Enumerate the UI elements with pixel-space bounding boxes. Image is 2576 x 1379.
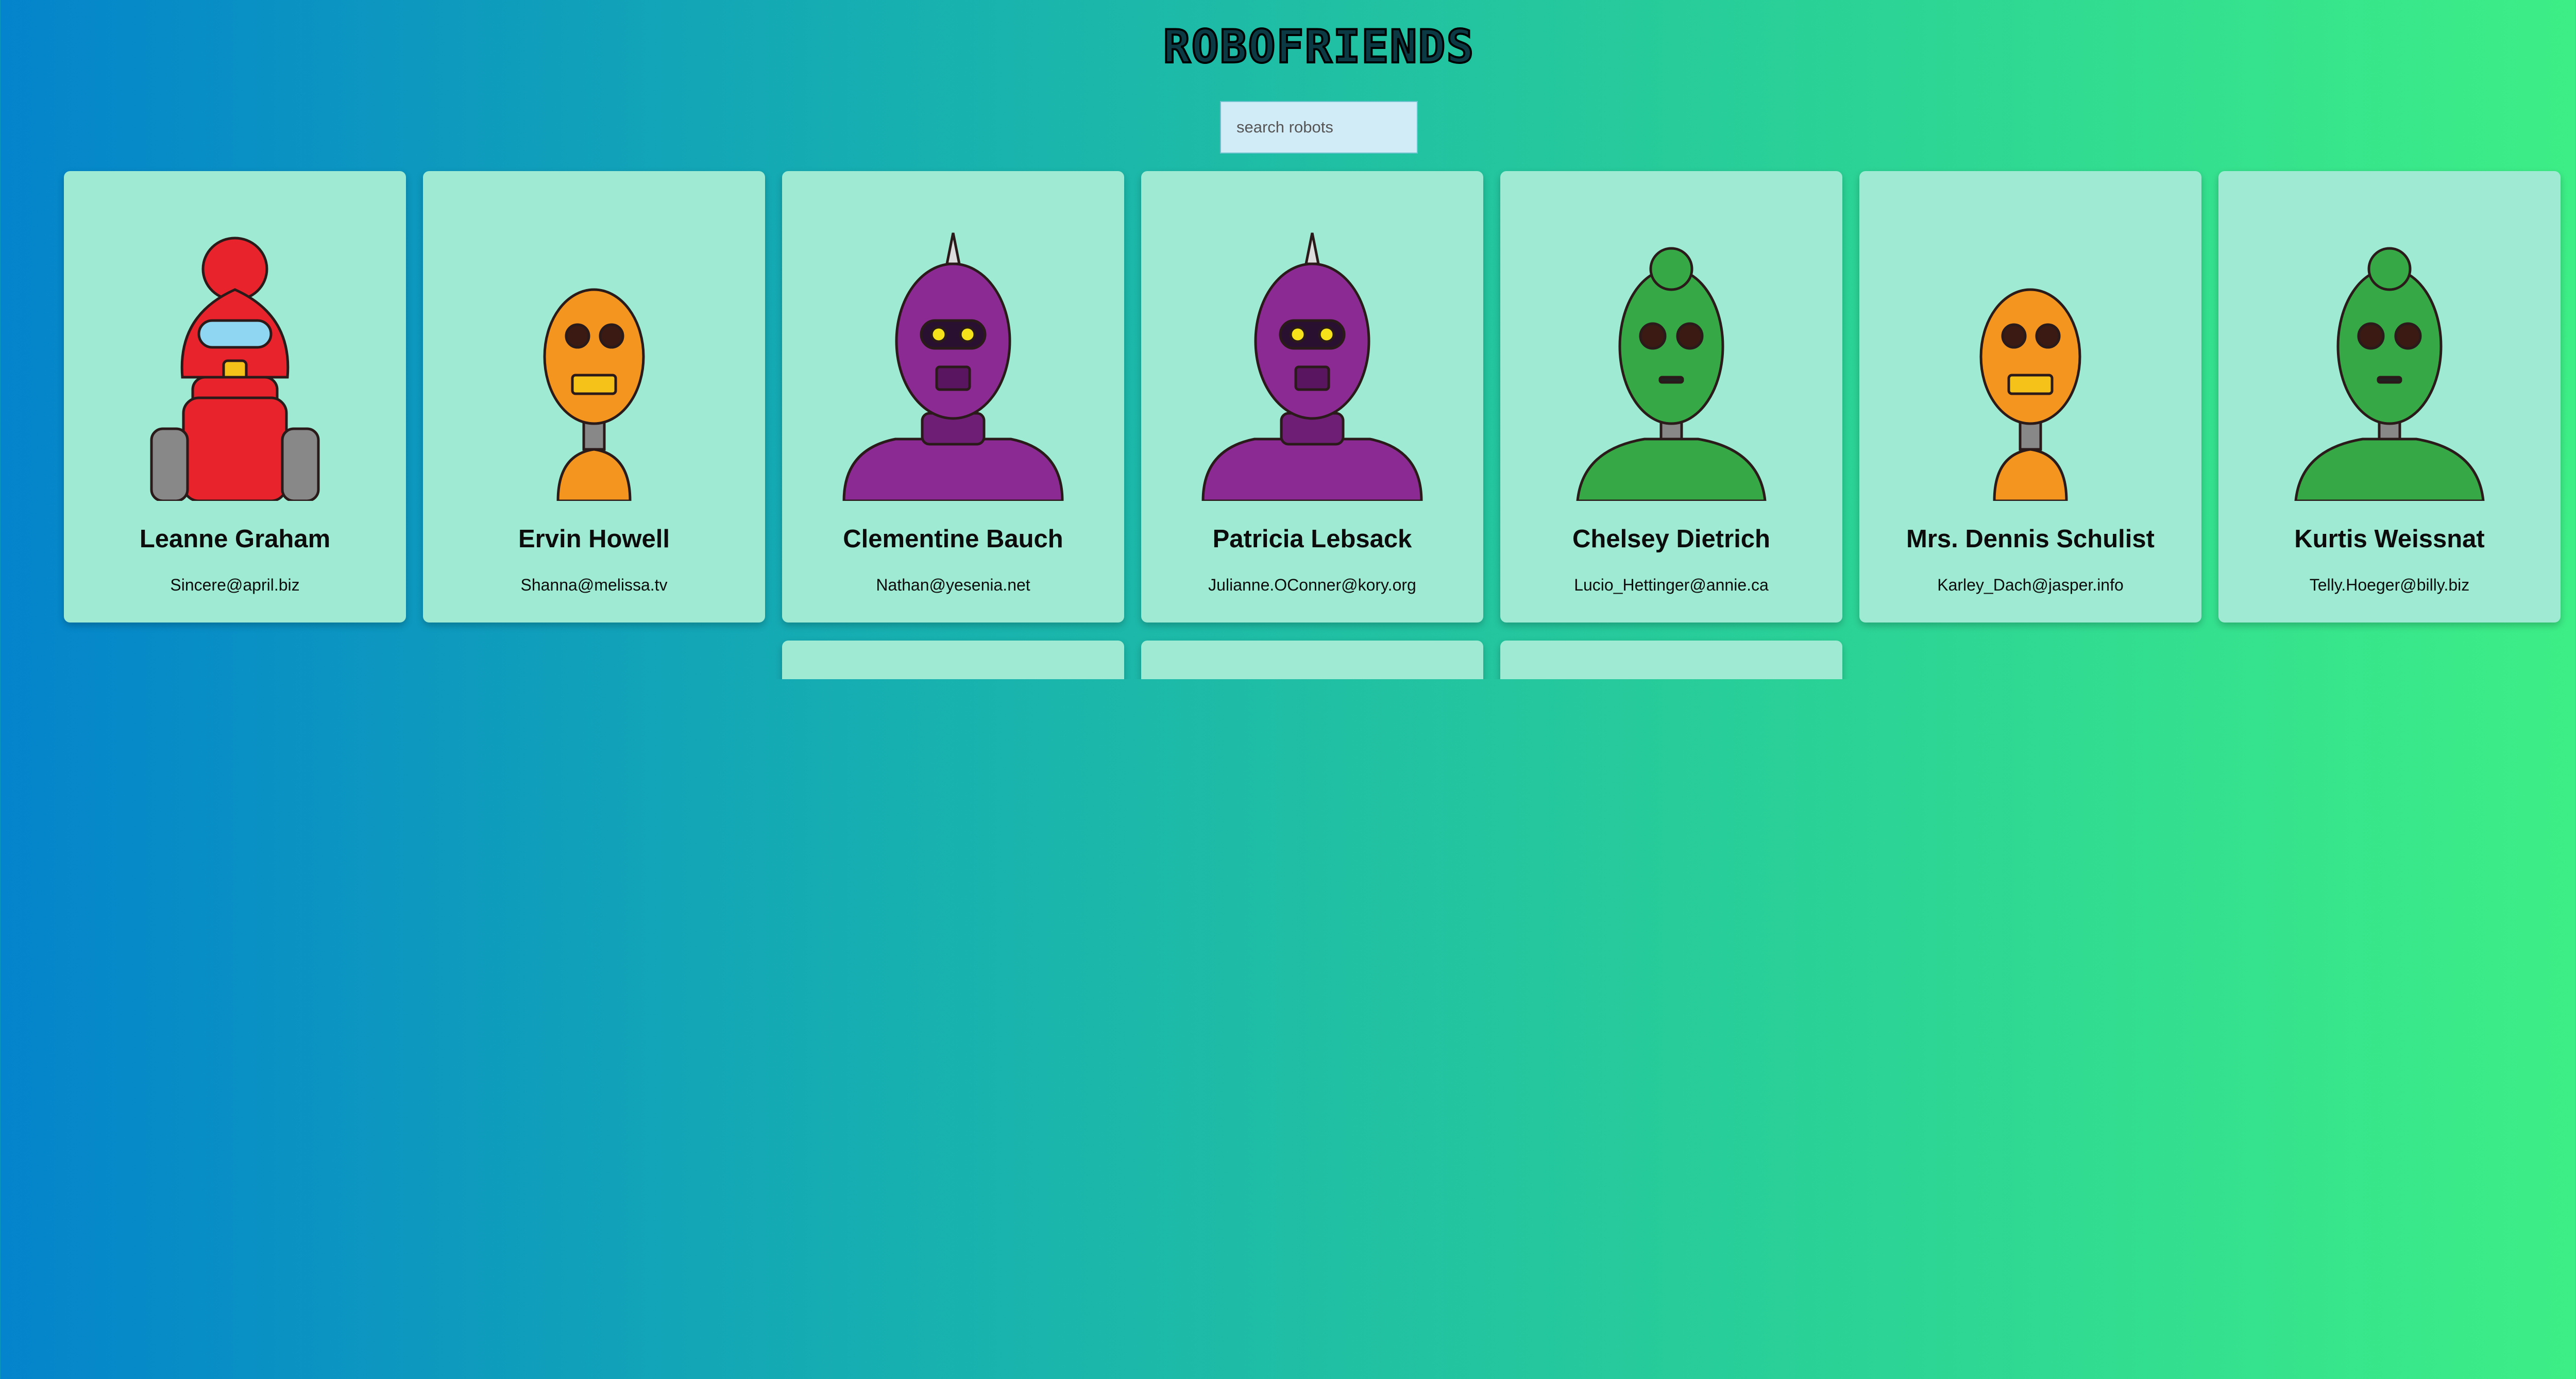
purple-robot-icon (842, 232, 1064, 501)
robot-card[interactable] (782, 641, 1124, 679)
robot-card[interactable]: Kurtis Weissnat Telly.Hoeger@billy.biz (2218, 171, 2561, 623)
orange-robot-icon (1979, 288, 2081, 501)
card-email: Telly.Hoeger@billy.biz (2309, 576, 2470, 594)
card-email: Julianne.OConner@kory.org (1208, 576, 1416, 594)
card-name: Mrs. Dennis Schulist (1906, 525, 2155, 553)
robot-card[interactable]: Ervin Howell Shanna@melissa.tv (423, 171, 765, 623)
card-name: Ervin Howell (518, 525, 670, 553)
robot-card[interactable] (1141, 641, 1483, 679)
robot-card[interactable]: Chelsey Dietrich Lucio_Hettinger@annie.ca (1500, 171, 1842, 623)
robot-card[interactable] (1500, 641, 1842, 679)
card-email: Karley_Dach@jasper.info (1937, 576, 2124, 594)
robot-card[interactable]: Clementine Bauch Nathan@yesenia.net (782, 171, 1124, 623)
red-robot-icon (150, 237, 320, 501)
card-list[interactable]: Leanne Graham Sincere@april.biz Ervin How… (0, 164, 2576, 679)
card-email: Shanna@melissa.tv (520, 576, 668, 594)
card-name: Clementine Bauch (843, 525, 1063, 553)
app-title: ROBOFRIENDS (1162, 19, 1475, 74)
card-email: Nathan@yesenia.net (876, 576, 1030, 594)
search-input[interactable] (1220, 101, 1418, 154)
robot-card[interactable]: Leanne Graham Sincere@april.biz (64, 171, 406, 623)
card-name: Chelsey Dietrich (1572, 525, 1770, 553)
purple-robot-icon (1201, 232, 1423, 501)
robot-card[interactable]: Mrs. Dennis Schulist Karley_Dach@jasper.i… (1859, 171, 2201, 623)
card-name: Kurtis Weissnat (2294, 525, 2485, 553)
green-robot-icon (1576, 247, 1767, 501)
card-name: Leanne Graham (139, 525, 331, 553)
card-email: Sincere@april.biz (170, 576, 300, 594)
card-name: Patricia Lebsack (1212, 525, 1412, 553)
green-robot-icon (2294, 247, 2485, 501)
orange-robot-icon (543, 288, 645, 501)
robot-card[interactable]: Patricia Lebsack Julianne.OConner@kory.or… (1141, 171, 1483, 623)
card-email: Lucio_Hettinger@annie.ca (1574, 576, 1769, 594)
